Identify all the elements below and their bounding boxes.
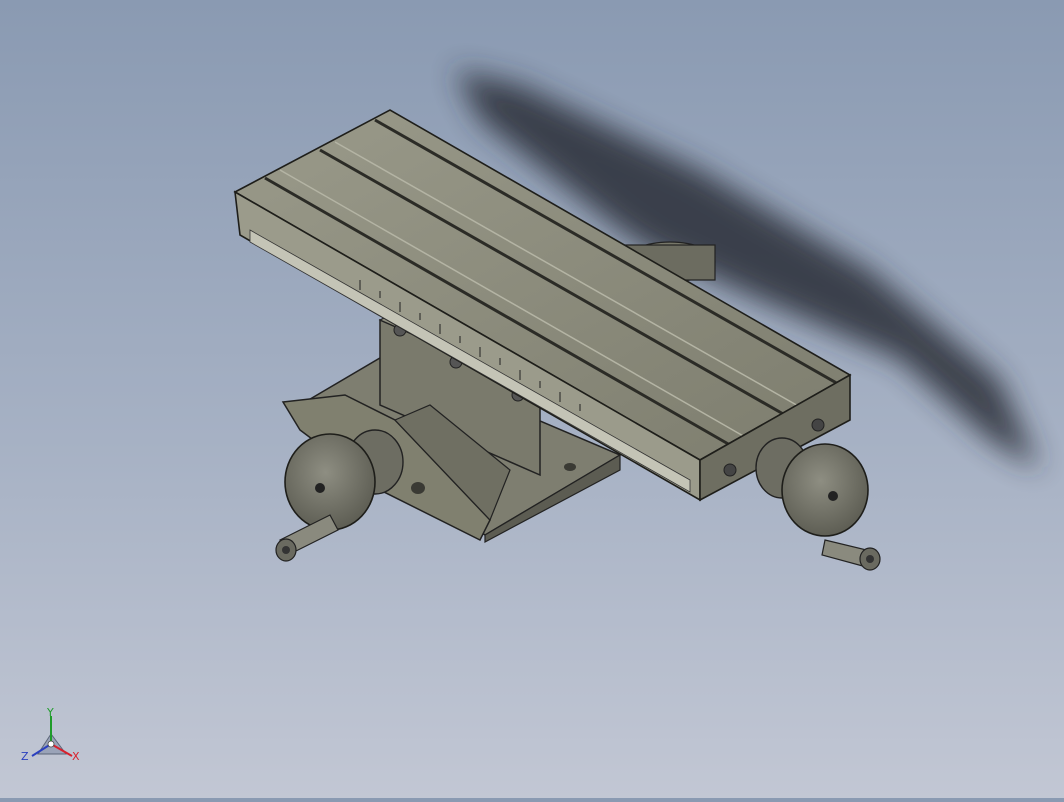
side-handwheel-grip[interactable] bbox=[821, 539, 881, 571]
triad-x-label: X bbox=[72, 750, 80, 763]
triad-y-label: Y bbox=[47, 706, 54, 719]
cross-slide-table-model[interactable] bbox=[0, 0, 1064, 798]
orientation-triad[interactable]: X Y Z bbox=[18, 704, 88, 770]
side-handwheel[interactable] bbox=[755, 437, 881, 571]
front-handwheel[interactable] bbox=[275, 429, 404, 562]
triad-z-label: Z bbox=[21, 750, 29, 763]
3d-model-viewport[interactable]: X Y Z bbox=[0, 0, 1064, 798]
